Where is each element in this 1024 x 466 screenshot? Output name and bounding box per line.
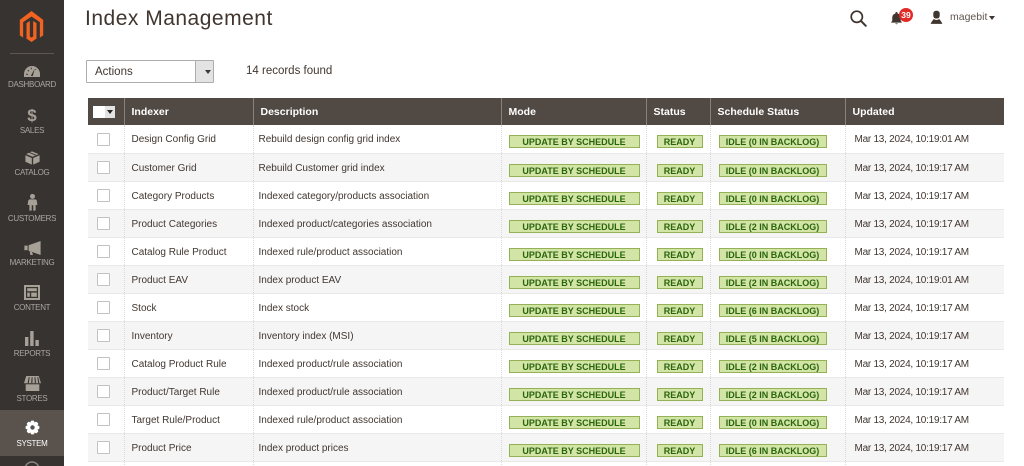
svg-text:$: $ [27, 107, 37, 123]
